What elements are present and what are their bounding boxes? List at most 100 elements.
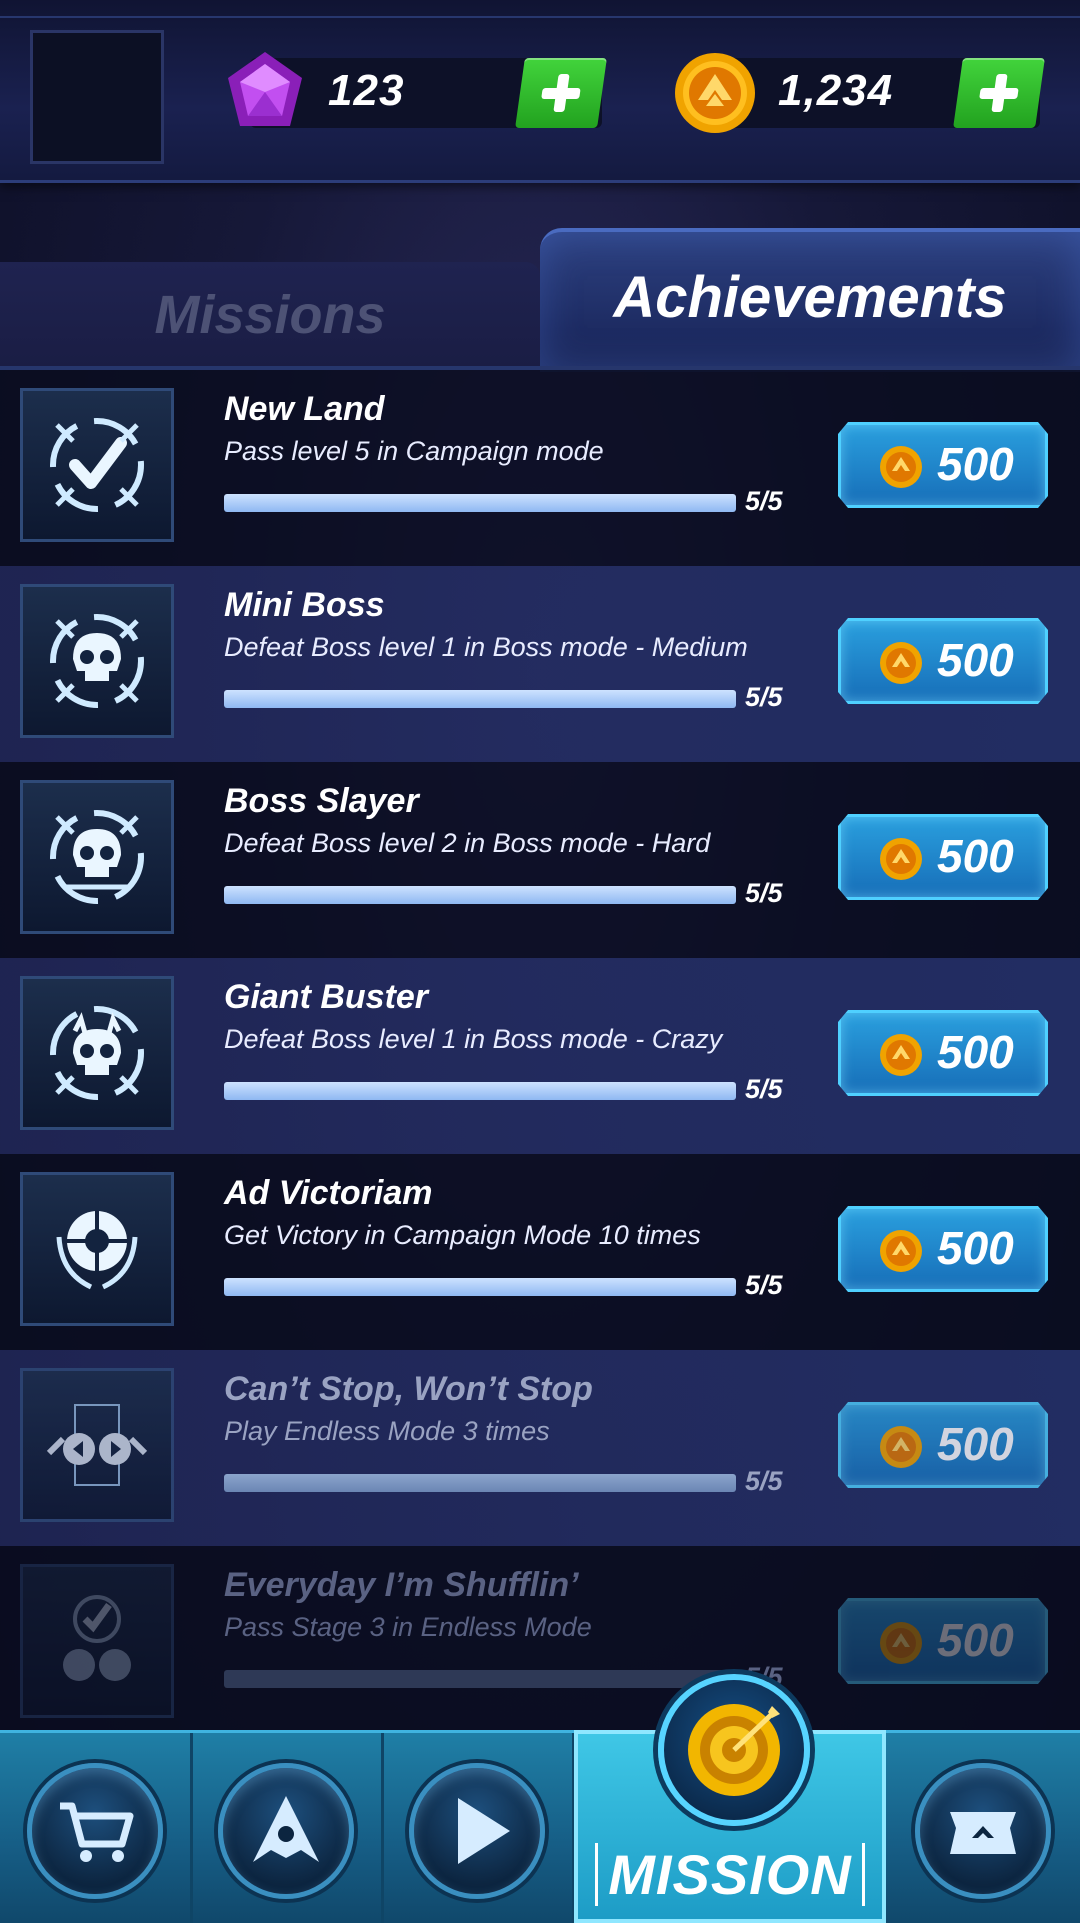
claim-reward-button[interactable]: 500 [838, 1402, 1048, 1488]
progress-count: 5/5 [745, 1074, 783, 1104]
progress-bar [224, 494, 736, 512]
achievement-title: Ad Victoriam [224, 1174, 433, 1212]
achievement-title: New Land [224, 390, 385, 428]
achievement-row: New Land Pass level 5 in Campaign mode 5… [0, 370, 1080, 566]
achievement-description: Defeat Boss level 1 in Boss mode - Mediu… [224, 632, 748, 662]
achievement-row: Can’t Stop, Won’t Stop Play Endless Mode… [0, 1350, 1080, 1546]
claim-reward-button[interactable]: 500 [838, 422, 1048, 508]
top-bar: 123 1,234 [0, 0, 1080, 183]
coins-value: 1,234 [778, 66, 894, 115]
tab-achievements[interactable]: Achievements [540, 228, 1080, 372]
skull-badge-icon [20, 780, 174, 934]
gems-counter: 123 [228, 52, 607, 128]
progress-fill [224, 886, 736, 904]
achievement-title: Mini Boss [224, 586, 385, 624]
progress-fill [224, 1474, 736, 1492]
bottom-nav: MISSION [0, 1674, 1080, 1923]
achievement-title: Boss Slayer [224, 782, 419, 820]
gold-coin-icon [880, 1426, 922, 1468]
progress-count: 5/5 [745, 1466, 783, 1496]
achievement-description: Pass level 5 in Campaign mode [224, 436, 604, 466]
nav-chest[interactable] [888, 1733, 1078, 1923]
progress-fill [224, 1278, 736, 1296]
tab-achievements-label: Achievements [613, 264, 1007, 330]
reward-amount: 500 [937, 830, 1014, 882]
claim-reward-button[interactable]: 500 [838, 1010, 1048, 1096]
claim-reward-button[interactable]: 500 [838, 1598, 1048, 1684]
achievement-description: Get Victory in Campaign Mode 10 times [224, 1220, 701, 1250]
reward-amount: 500 [937, 1222, 1014, 1274]
coins-counter: 1,234 [675, 53, 1045, 133]
progress-bar [224, 1082, 736, 1100]
achievement-list[interactable]: New Land Pass level 5 in Campaign mode 5… [0, 370, 1080, 1730]
add-coins-button[interactable] [953, 58, 1045, 128]
gold-coin-icon [880, 1230, 922, 1272]
tab-missions[interactable]: Missions [0, 262, 540, 368]
progress-bar [224, 1474, 736, 1492]
progress-fill [224, 1670, 736, 1688]
nav-chest-orb [915, 1763, 1051, 1899]
reward-amount: 500 [937, 1418, 1014, 1470]
chest-icon [950, 1812, 1016, 1854]
achievement-description: Defeat Boss level 1 in Boss mode - Crazy [224, 1024, 723, 1054]
progress-count: 5/5 [745, 878, 783, 908]
progress-count: 5/5 [745, 486, 783, 516]
claim-reward-button[interactable]: 500 [838, 618, 1048, 704]
reward-amount: 500 [937, 1614, 1014, 1666]
skull-badge-icon [20, 584, 174, 738]
gems-value: 123 [328, 66, 405, 115]
progress-count: 5/5 [745, 682, 783, 712]
gold-coin-icon [675, 53, 755, 133]
nav-mission-orb [658, 1674, 810, 1826]
gold-coin-icon [880, 642, 922, 684]
gold-coin-icon [880, 838, 922, 880]
nav-play[interactable] [382, 1733, 575, 1923]
nav-mission-label: MISSION [595, 1843, 865, 1906]
add-gems-button[interactable] [515, 58, 607, 128]
shop-cart-icon [60, 1802, 134, 1862]
check-infinity-icon [20, 1564, 174, 1718]
achievement-row: Boss Slayer Defeat Boss level 2 in Boss … [0, 762, 1080, 958]
achievement-description: Pass Stage 3 in Endless Mode [224, 1612, 592, 1642]
reward-amount: 500 [937, 438, 1014, 490]
play-icon [458, 1798, 510, 1864]
nav-mission-label-wrap: MISSION [578, 1842, 882, 1907]
progress-bar [224, 1670, 736, 1688]
purple-gem-icon [228, 52, 302, 126]
progress-fill [224, 690, 736, 708]
checkmark-badge-icon [20, 388, 174, 542]
achievement-description: Defeat Boss level 2 in Boss mode - Hard [224, 828, 711, 858]
claim-reward-button[interactable]: 500 [838, 1206, 1048, 1292]
nav-shop[interactable] [0, 1733, 193, 1923]
achievement-row: Everyday I’m Shufflin’ Pass Stage 3 in E… [0, 1546, 1080, 1730]
nav-ship-orb [218, 1763, 354, 1899]
progress-fill [224, 494, 736, 512]
progress-bar [224, 690, 736, 708]
progress-bar [224, 886, 736, 904]
gold-coin-icon [880, 446, 922, 488]
nav-ship[interactable] [191, 1733, 384, 1923]
gold-coin-icon [880, 1034, 922, 1076]
achievement-title: Can’t Stop, Won’t Stop [224, 1370, 593, 1408]
infinity-arrows-icon [20, 1368, 174, 1522]
claim-reward-button[interactable]: 500 [838, 814, 1048, 900]
ship-icon [253, 1796, 319, 1862]
achievement-row: Giant Buster Defeat Boss level 1 in Boss… [0, 958, 1080, 1154]
achievement-row: Ad Victoriam Get Victory in Campaign Mod… [0, 1154, 1080, 1350]
achievement-description: Play Endless Mode 3 times [224, 1416, 550, 1446]
progress-fill [224, 1082, 736, 1100]
nav-shop-orb [27, 1763, 163, 1899]
laurel-target-icon [20, 1172, 174, 1326]
progress-count: 5/5 [745, 1270, 783, 1300]
target-icon [688, 1704, 780, 1796]
progress-bar [224, 1278, 736, 1296]
achievement-title: Giant Buster [224, 978, 429, 1016]
horned-skull-badge-icon [20, 976, 174, 1130]
achievement-row: Mini Boss Defeat Boss level 1 in Boss mo… [0, 566, 1080, 762]
nav-play-orb [409, 1763, 545, 1899]
tab-missions-label: Missions [154, 285, 386, 345]
avatar[interactable] [30, 30, 164, 164]
reward-amount: 500 [937, 1026, 1014, 1078]
nav-mission[interactable]: MISSION [574, 1674, 886, 1923]
achievement-title: Everyday I’m Shufflin’ [224, 1566, 579, 1604]
